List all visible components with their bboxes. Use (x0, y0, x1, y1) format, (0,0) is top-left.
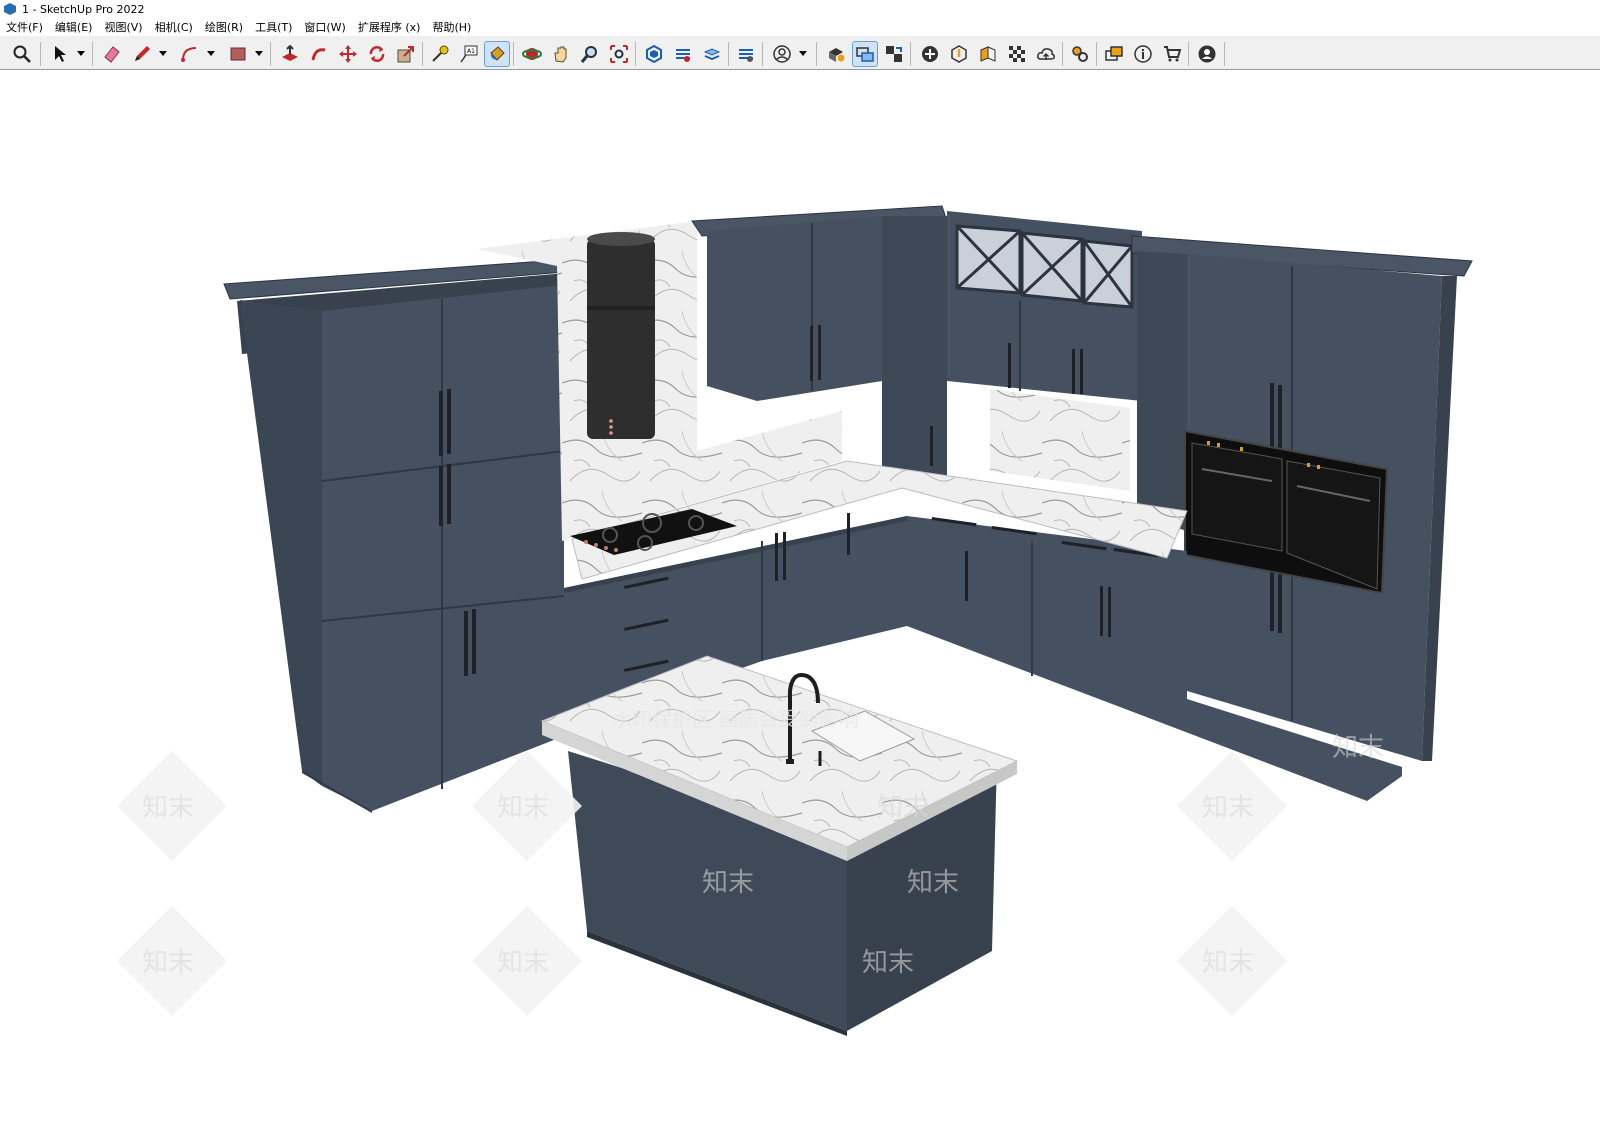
watermark-mark: 知末 (862, 948, 914, 978)
move-icon[interactable] (336, 42, 360, 66)
trimble-connect-icon[interactable] (1102, 42, 1126, 66)
rotate-icon[interactable] (365, 42, 389, 66)
watermark-mark: 知末 (497, 793, 549, 823)
select-arrow-icon[interactable] (48, 42, 72, 66)
tape-measure-icon[interactable] (428, 42, 452, 66)
menu-extensions[interactable]: 扩展程序 (x) (352, 19, 427, 35)
menu-tools[interactable]: 工具(T) (249, 19, 298, 35)
watermark-mark: 知末 (702, 868, 754, 898)
watermark-mark: 知末 (1332, 733, 1384, 763)
watermark-mark: 知末 (142, 793, 194, 823)
solid-inspector-icon[interactable] (947, 42, 971, 66)
profile-icon[interactable] (770, 42, 794, 66)
title-bar: 1 - SketchUp Pro 2022 (0, 0, 1600, 18)
range-hood (587, 232, 655, 439)
info-icon[interactable] (1131, 42, 1155, 66)
menu-view[interactable]: 视图(V) (98, 19, 148, 35)
svg-text:A1: A1 (467, 48, 475, 55)
menu-file[interactable]: 文件(F) (0, 19, 49, 35)
watermark-mark: 知末 (907, 868, 959, 898)
rectangle-icon[interactable] (226, 42, 250, 66)
menu-draw[interactable]: 绘图(R) (199, 19, 249, 35)
extension-warehouse-icon[interactable] (671, 42, 695, 66)
scale-icon[interactable] (394, 42, 418, 66)
kitchen-model: 水印保护区 画质会受到影响 知末 知末 知末 知末 知末 知末 知末 知末 知末… (117, 205, 1473, 1036)
add-location-icon[interactable] (918, 42, 942, 66)
marble-backsplash-right (990, 389, 1130, 491)
watermark-mark: 知末 (497, 948, 549, 978)
paint-bucket-icon[interactable] (484, 41, 510, 67)
3d-warehouse-icon[interactable] (642, 42, 666, 66)
watermark-mark: 知末 (877, 793, 929, 823)
layout-icon[interactable] (700, 42, 724, 66)
push-pull-icon[interactable] (278, 42, 302, 66)
menu-window[interactable]: 窗口(W) (298, 19, 351, 35)
watermark-mark: 知末 (1202, 793, 1254, 823)
text-icon[interactable]: A1 (457, 42, 481, 66)
extension-manager-icon[interactable] (734, 42, 758, 66)
shopping-cart-icon[interactable] (1160, 42, 1184, 66)
eraser-icon[interactable] (100, 42, 124, 66)
follow-me-icon[interactable] (307, 42, 331, 66)
profile-dropdown-icon[interactable] (799, 51, 807, 56)
rectangle-dropdown-icon[interactable] (255, 51, 263, 56)
watermark-banner: 水印保护区 画质会受到影响 (612, 707, 858, 731)
orbit-icon[interactable] (520, 42, 544, 66)
settings-gears-icon[interactable] (1068, 42, 1092, 66)
left-tall-cabinet (223, 258, 578, 813)
arc-icon[interactable] (178, 42, 202, 66)
menu-help[interactable]: 帮助(H) (426, 19, 477, 35)
zoom-window-icon[interactable] (607, 42, 631, 66)
model-info-icon[interactable] (824, 42, 848, 66)
sandbox-icon[interactable] (976, 42, 1000, 66)
pan-icon[interactable] (549, 42, 573, 66)
cloud-upload-icon[interactable] (1034, 42, 1058, 66)
select-dropdown-icon[interactable] (77, 51, 85, 56)
menu-edit[interactable]: 编辑(E) (49, 19, 99, 35)
upper-cabinet-glass (947, 211, 1142, 401)
account-icon[interactable] (1195, 42, 1219, 66)
zoom-icon[interactable] (578, 42, 602, 66)
arc-dropdown-icon[interactable] (207, 51, 215, 56)
sketchup-app-icon (4, 3, 16, 15)
pencil-dropdown-icon[interactable] (159, 51, 167, 56)
menu-bar: 文件(F) 编辑(E) 视图(V) 相机(C) 绘图(R) 工具(T) 窗口(W… (0, 18, 1600, 36)
watermark-mark: 知末 (142, 948, 194, 978)
menu-camera[interactable]: 相机(C) (149, 19, 199, 35)
dynamic-components-icon[interactable] (852, 41, 878, 67)
match-photo-icon[interactable] (1005, 42, 1029, 66)
watermark-mark: 知末 (1202, 948, 1254, 978)
zoom-extents-icon[interactable] (10, 42, 34, 66)
window-title: 1 - SketchUp Pro 2022 (22, 2, 145, 16)
pencil-icon[interactable] (130, 42, 154, 66)
component-options-icon[interactable] (882, 42, 906, 66)
main-toolbar: A1 (0, 36, 1600, 70)
model-viewport[interactable]: 水印保护区 画质会受到影响 知末 知末 知末 知末 知末 知末 知末 知末 知末… (2, 71, 1600, 1135)
